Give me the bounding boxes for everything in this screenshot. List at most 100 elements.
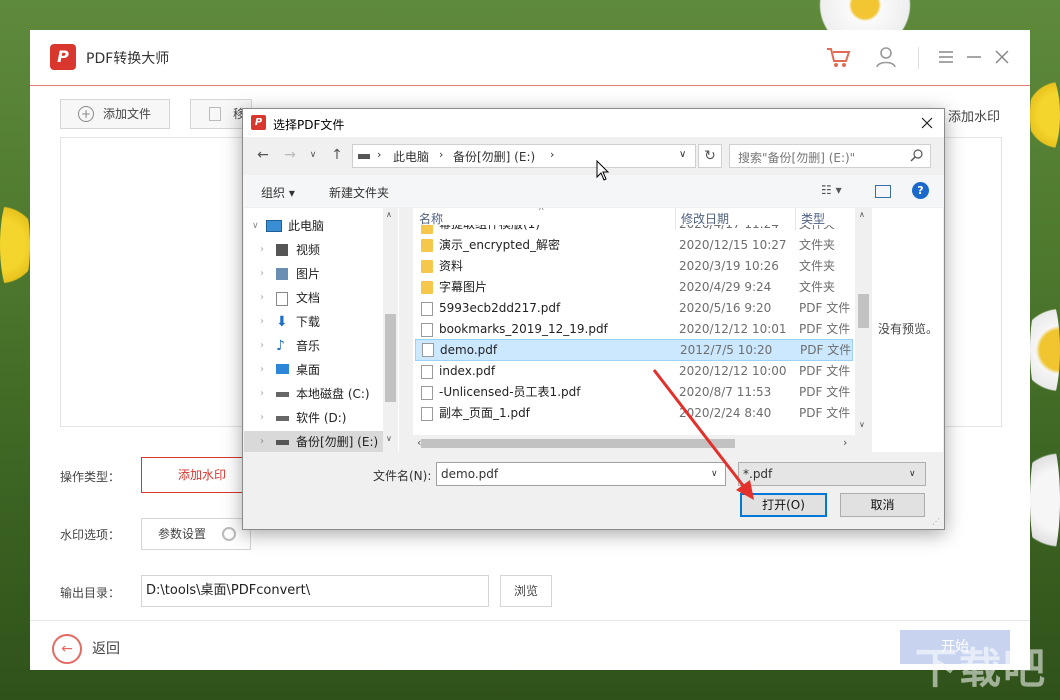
help-icon[interactable]: ? [912,182,929,199]
file-type: PDF 文件 [799,385,851,399]
tree-item-documents[interactable]: › 文档 [244,287,384,309]
file-list-vscrollbar[interactable]: ∧ ∨ [855,208,871,435]
dialog-close-icon[interactable] [919,115,935,131]
scroll-thumb[interactable] [385,314,396,402]
sort-ascending-icon: ∧ [538,208,545,213]
search-icon [910,148,924,164]
minimize-icon[interactable] [964,44,984,70]
file-name: 资料 [439,259,464,273]
search-input[interactable]: 搜索"备份[勿删] (E:)" [729,144,931,168]
pdf-file-icon [421,323,433,337]
tree-scrollbar[interactable]: ∧ ∨ [383,208,398,452]
scroll-up-icon[interactable]: ∧ [859,210,865,219]
breadcrumb-separator-icon: › [550,148,555,161]
up-nav-icon[interactable]: ↑ [327,144,347,166]
tree-item-desktop[interactable]: › 桌面 [244,359,384,381]
menu-icon[interactable] [936,44,956,70]
folder-icon [421,225,433,234]
pdf-file-icon [421,407,433,421]
output-dir-label: 输出目录： [60,586,121,600]
organize-menu[interactable]: 组织 ▾ [261,184,295,201]
file-date: 2020/12/12 10:01 [679,322,787,336]
file-row[interactable]: -Unlicensed-员工表1.pdf 2020/8/7 11:53 PDF … [415,382,851,403]
tree-item-pictures[interactable]: › 图片 [244,263,384,285]
refresh-icon[interactable]: ↻ [698,144,722,168]
background-flower [0,190,30,300]
preview-pane: 没有预览。 [872,208,943,452]
app-logo: P [50,44,76,70]
user-icon[interactable] [873,44,899,70]
preview-pane-icon[interactable] [875,185,891,198]
add-watermark-tab[interactable]: 添加水印 [948,106,1000,125]
tree-item-videos[interactable]: › 视频 [244,239,384,261]
tree-item-this-pc[interactable]: ∨ 此电脑 [244,215,384,237]
address-bar[interactable]: › 此电脑 › 备份[勿删] (E:) › ∨ [352,144,696,168]
forward-nav-icon[interactable]: → [280,144,300,166]
file-row[interactable]: index.pdf 2020/12/12 10:00 PDF 文件 [415,361,851,382]
folder-icon [421,239,433,252]
param-settings-button[interactable]: 参数设置 [141,518,251,550]
filename-value: demo.pdf [441,467,499,481]
file-row[interactable]: 资料 2020/3/19 10:26 文件夹 [415,256,851,277]
file-row-selected[interactable]: demo.pdf 2012/7/5 10:20 PDF 文件 [415,339,853,361]
tree-item-label: 本地磁盘 (C:) [296,387,370,401]
file-row[interactable]: bookmarks_2019_12_19.pdf 2020/12/12 10:0… [415,319,851,340]
recent-dropdown-icon[interactable]: ∨ [307,144,319,166]
file-row-partial[interactable]: 幂提取组件模版(1) 2020/4/17 11:24 文件夹 [415,225,851,235]
tree-item-drive-e[interactable]: › 备份[勿删] (E:) [244,431,384,452]
view-options-icon[interactable]: ☷ ▾ [821,183,842,197]
cart-icon[interactable] [825,44,853,70]
background-flower [1030,290,1060,410]
breadcrumb-this-pc[interactable]: 此电脑 [393,148,429,165]
scroll-up-icon[interactable]: ∧ [386,210,392,219]
collapsed-chevron-icon: › [260,388,264,399]
file-row[interactable]: 5993ecb2dd217.pdf 2020/5/16 9:20 PDF 文件 [415,298,851,319]
command-bar: 组织 ▾ 新建文件夹 ☷ ▾ ? [243,175,944,207]
address-dropdown-icon[interactable]: ∨ [679,149,686,160]
file-row[interactable]: 副本_页面_1.pdf 2020/2/24 8:40 PDF 文件 [415,403,851,424]
cancel-button[interactable]: 取消 [840,493,925,517]
folder-icon [421,260,433,273]
breadcrumb-drive-e[interactable]: 备份[勿删] (E:) [453,148,535,165]
trash-icon [209,107,221,121]
close-icon[interactable] [992,44,1012,70]
filter-dropdown-icon: ∨ [909,469,916,479]
breadcrumb-separator-icon: › [377,148,382,161]
tree-item-drive-d[interactable]: › 软件 (D:) [244,407,384,429]
param-settings-label: 参数设置 [158,527,207,541]
picture-icon [276,268,288,280]
output-path-field[interactable]: D:\tools\桌面\PDFconvert\ [141,575,489,607]
file-name: -Unlicensed-员工表1.pdf [439,385,581,399]
file-type: 文件夹 [799,280,836,294]
scroll-down-icon[interactable]: ∨ [859,420,865,429]
collapsed-chevron-icon: › [260,268,264,279]
dialog-title: 选择PDF文件 [273,118,345,132]
expand-chevron-icon: ∨ [252,221,259,231]
file-row[interactable]: 字幕图片 2020/4/29 9:24 文件夹 [415,277,851,298]
dialog-app-icon: P [251,115,266,130]
search-placeholder: 搜索"备份[勿删] (E:)" [738,151,856,165]
tree-item-drive-c[interactable]: › 本地磁盘 (C:) [244,383,384,405]
no-preview-text: 没有预览。 [878,322,939,336]
tree-item-music[interactable]: › ♪ 音乐 [244,335,384,357]
browse-button[interactable]: 浏览 [500,575,552,607]
back-label[interactable]: 返回 [92,638,120,658]
collapsed-chevron-icon: › [260,292,264,303]
scroll-down-icon[interactable]: ∨ [386,434,392,443]
file-row[interactable]: 演示_encrypted_解密 2020/12/15 10:27 文件夹 [415,235,851,256]
back-arrow-icon[interactable]: ← [52,634,82,664]
scroll-thumb[interactable] [858,294,869,328]
tree-item-label: 备份[勿删] (E:) [296,435,379,449]
back-nav-icon[interactable]: ← [253,144,273,166]
add-file-button[interactable]: + 添加文件 [60,99,170,129]
pdf-file-icon [421,386,433,400]
scroll-right-icon[interactable]: › [843,436,847,449]
tree-item-label: 此电脑 [288,219,325,233]
new-folder-button[interactable]: 新建文件夹 [329,184,389,201]
resize-grip-icon[interactable]: ⋰ [932,517,940,526]
file-date: 2012/7/5 10:20 [680,343,773,357]
file-type: 文件夹 [799,238,836,252]
drive-small-icon [358,154,370,159]
pc-icon [266,220,282,232]
tree-item-downloads[interactable]: › ⬇ 下载 [244,311,384,333]
